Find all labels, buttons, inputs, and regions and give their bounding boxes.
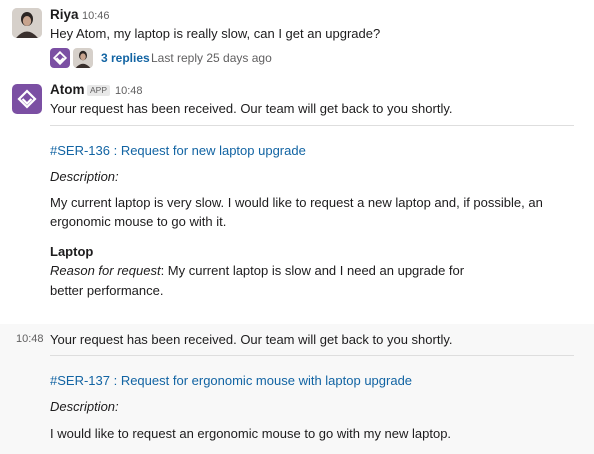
message-atom-continued[interactable]: 10:48 Your request has been received. Ou… bbox=[0, 324, 594, 454]
message-riya: Riya 10:46 Hey Atom, my laptop is really… bbox=[0, 0, 594, 75]
thread-avatar-riya[interactable] bbox=[73, 48, 93, 68]
thread-last-reply: Last reply 25 days ago bbox=[151, 51, 272, 65]
ticket-link[interactable]: #SER-136 : Request for new laptop upgrad… bbox=[50, 143, 306, 158]
thread-avatar-atom[interactable] bbox=[50, 48, 70, 68]
message-atom: Atom APP 10:48 Your request has been rec… bbox=[0, 78, 594, 324]
sender-name[interactable]: Riya bbox=[50, 7, 79, 22]
message-text: Your request has been received. Our team… bbox=[50, 332, 453, 347]
reason-text: better performance. bbox=[50, 283, 164, 298]
attachment-divider bbox=[50, 355, 574, 356]
description-label: Description: bbox=[50, 169, 119, 184]
riya-avatar[interactable] bbox=[12, 8, 42, 38]
message-timestamp[interactable]: 10:48 bbox=[115, 85, 143, 97]
atom-logo-icon[interactable] bbox=[12, 84, 42, 114]
thread-replies-link[interactable]: 3 replies bbox=[101, 51, 150, 65]
description-text: My current laptop is very slow. I would … bbox=[50, 195, 543, 210]
sender-name[interactable]: Atom bbox=[50, 82, 85, 97]
description-text: ergonomic mouse to go with it. bbox=[50, 214, 227, 229]
description-text: I would like to request an ergonomic mou… bbox=[50, 426, 452, 441]
message-timestamp[interactable]: 10:46 bbox=[82, 10, 110, 22]
description-label: Description: bbox=[50, 399, 119, 414]
attachment-divider bbox=[50, 125, 574, 126]
reason-text: : My current laptop is slow and I need a… bbox=[160, 263, 465, 278]
ticket-link[interactable]: #SER-137 : Request for ergonomic mouse w… bbox=[50, 373, 412, 388]
item-title: Laptop bbox=[50, 244, 94, 259]
reason-label: Reason for request bbox=[50, 263, 161, 278]
app-badge: APP bbox=[87, 85, 111, 96]
message-timestamp[interactable]: 10:48 bbox=[16, 333, 44, 345]
message-text: Your request has been received. Our team… bbox=[50, 101, 453, 116]
message-text: Hey Atom, my laptop is really slow, can … bbox=[50, 26, 381, 41]
reason-line: Reason for request: My current laptop is… bbox=[50, 263, 464, 278]
